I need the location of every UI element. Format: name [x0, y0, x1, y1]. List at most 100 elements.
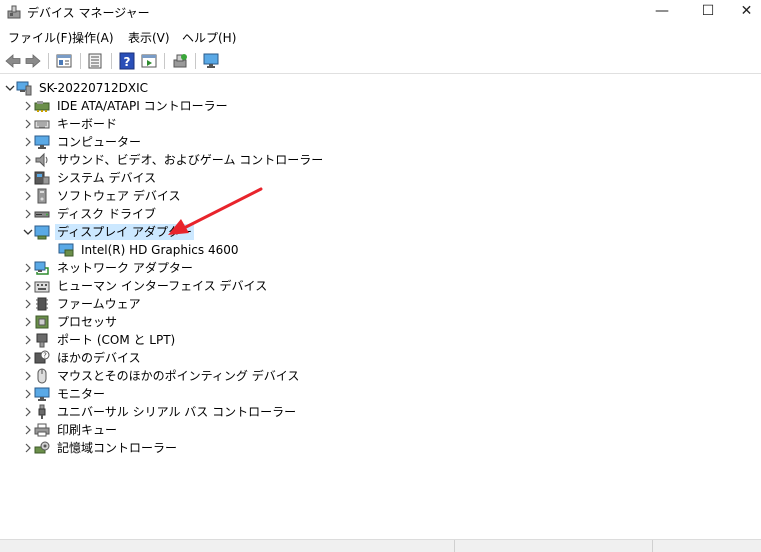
expand-chevron-icon[interactable]: [22, 421, 34, 439]
device-tree: SK-20220712DXIC IDE ATA/ATAPI コントローラー キーボー…: [0, 79, 761, 539]
expand-chevron-icon[interactable]: [22, 187, 34, 205]
tree-item-label: コンピューター: [57, 135, 142, 149]
action-pane-icon[interactable]: [140, 52, 158, 70]
menu-action[interactable]: 操作(A): [70, 29, 116, 46]
status-divider: [454, 540, 455, 552]
tree-item-label: キーボード: [57, 117, 118, 131]
expand-chevron-icon[interactable]: [22, 259, 34, 277]
properties-pane-icon[interactable]: [55, 52, 73, 70]
expand-chevron-icon[interactable]: [22, 295, 34, 313]
tree-category[interactable]: コンピューター: [22, 133, 143, 151]
tree-category[interactable]: ディスプレイ アダプター: [22, 223, 194, 241]
tree-item-label: サウンド、ビデオ、およびゲーム コントローラー: [57, 153, 324, 167]
tree-category[interactable]: ? ほかのデバイス: [22, 349, 143, 367]
tree-category[interactable]: ユニバーサル シリアル バス コントローラー: [22, 403, 298, 421]
status-bar: [0, 539, 761, 552]
network-adapter-icon: [34, 261, 49, 275]
tree-item-label: システム デバイス: [57, 171, 157, 185]
tree-category[interactable]: 記憶域コントローラー: [22, 439, 179, 457]
tree-category[interactable]: IDE ATA/ATAPI コントローラー: [22, 97, 230, 115]
expand-chevron-icon[interactable]: [22, 439, 34, 457]
tree-item-label: ディスク ドライブ: [57, 207, 156, 221]
tree-root[interactable]: SK-20220712DXIC: [4, 79, 150, 97]
expand-chevron-icon[interactable]: [22, 403, 34, 421]
status-divider: [652, 540, 653, 552]
menu-help[interactable]: ヘルプ(H): [180, 29, 238, 46]
tree-category[interactable]: システム デバイス: [22, 169, 158, 187]
expand-chevron-icon[interactable]: [22, 115, 34, 133]
tree-category[interactable]: ソフトウェア デバイス: [22, 187, 182, 205]
tree-category[interactable]: モニター: [22, 385, 107, 403]
tree-item-label: 印刷キュー: [57, 423, 118, 437]
software-device-icon: [37, 188, 47, 204]
expand-chevron-icon[interactable]: [22, 385, 34, 403]
menu-bar: ファイル(F) 操作(A) 表示(V) ヘルプ(H): [0, 27, 761, 47]
tree-item-label: IDE ATA/ATAPI コントローラー: [57, 99, 228, 113]
tree-category[interactable]: 印刷キュー: [22, 421, 119, 439]
minimize-icon: —: [655, 3, 669, 19]
title-bar: デバイス マネージャー — ☐ ✕: [0, 0, 761, 23]
disk-drive-icon: [34, 211, 50, 218]
collapse-chevron-icon[interactable]: [4, 79, 16, 97]
computer-icon: [34, 135, 50, 149]
tree-category[interactable]: プロセッサ: [22, 313, 119, 331]
tree-item-label: ソフトウェア デバイス: [57, 189, 181, 203]
tree-category[interactable]: ディスク ドライブ: [22, 205, 158, 223]
tree-item-label: ユニバーサル シリアル バス コントローラー: [57, 405, 297, 419]
collapse-chevron-icon[interactable]: [22, 223, 34, 241]
monitor-icon: [34, 387, 50, 401]
toolbar-separator: [164, 53, 165, 69]
other-device-icon: ?: [34, 350, 50, 364]
firmware-icon: [36, 297, 48, 311]
tree-category[interactable]: ヒューマン インターフェイス デバイス: [22, 277, 269, 295]
tree-item-label: SK-20220712DXIC: [39, 81, 149, 95]
ide-controller-icon: [34, 101, 50, 112]
expand-chevron-icon[interactable]: [22, 277, 34, 295]
tree-category[interactable]: サウンド、ビデオ、およびゲーム コントローラー: [22, 151, 325, 169]
maximize-icon: ☐: [701, 3, 715, 19]
expand-chevron-icon[interactable]: [22, 331, 34, 349]
svg-text:?: ?: [124, 55, 131, 69]
expand-chevron-icon[interactable]: [22, 205, 34, 223]
expand-chevron-icon[interactable]: [22, 313, 34, 331]
expand-chevron-icon[interactable]: [22, 133, 34, 151]
close-button[interactable]: ✕: [732, 0, 761, 22]
menu-view[interactable]: 表示(V): [126, 29, 172, 46]
tree-item-label: ほかのデバイス: [57, 351, 141, 365]
monitor-display-icon[interactable]: [202, 52, 220, 70]
tree-category[interactable]: ネットワーク アダプター: [22, 259, 195, 277]
tree-category[interactable]: ファームウェア: [22, 295, 143, 313]
toolbar-separator: [195, 53, 196, 69]
expand-chevron-icon[interactable]: [22, 151, 34, 169]
tree-category[interactable]: マウスとそのほかのポインティング デバイス: [22, 367, 301, 385]
list-view-icon[interactable]: [86, 52, 104, 70]
tree-category[interactable]: ポート (COM と LPT): [22, 331, 177, 349]
expand-chevron-icon[interactable]: [22, 97, 34, 115]
tree-device[interactable]: Intel(R) HD Graphics 4600: [46, 241, 241, 259]
expand-chevron-icon[interactable]: [22, 349, 34, 367]
menu-file[interactable]: ファイル(F): [6, 29, 74, 46]
maximize-button[interactable]: ☐: [686, 0, 730, 22]
system-device-icon: [34, 171, 50, 185]
tree-item-label: Intel(R) HD Graphics 4600: [81, 243, 239, 257]
expand-chevron-icon[interactable]: [22, 367, 34, 385]
tree-category[interactable]: キーボード: [22, 115, 119, 133]
hid-icon: [34, 281, 50, 293]
forward-arrow-icon[interactable]: [24, 52, 42, 70]
toolbar: ?: [0, 49, 761, 74]
tree-item-label: マウスとそのほかのポインティング デバイス: [57, 369, 300, 383]
device-manager-icon: [7, 5, 21, 19]
help-icon[interactable]: ?: [118, 52, 136, 70]
tree-item-label: モニター: [57, 387, 106, 401]
svg-text:?: ?: [43, 352, 47, 360]
tree-item-label: ポート (COM と LPT): [57, 333, 176, 347]
storage-controller-icon: [34, 441, 50, 454]
tree-item-label: ヒューマン インターフェイス デバイス: [57, 279, 268, 293]
tree-item-label: ファームウェア: [57, 297, 141, 311]
port-icon: [36, 333, 48, 348]
minimize-button[interactable]: —: [640, 0, 684, 22]
scan-hardware-icon[interactable]: [171, 52, 189, 70]
expand-chevron-icon[interactable]: [22, 169, 34, 187]
back-arrow-icon[interactable]: [4, 52, 22, 70]
